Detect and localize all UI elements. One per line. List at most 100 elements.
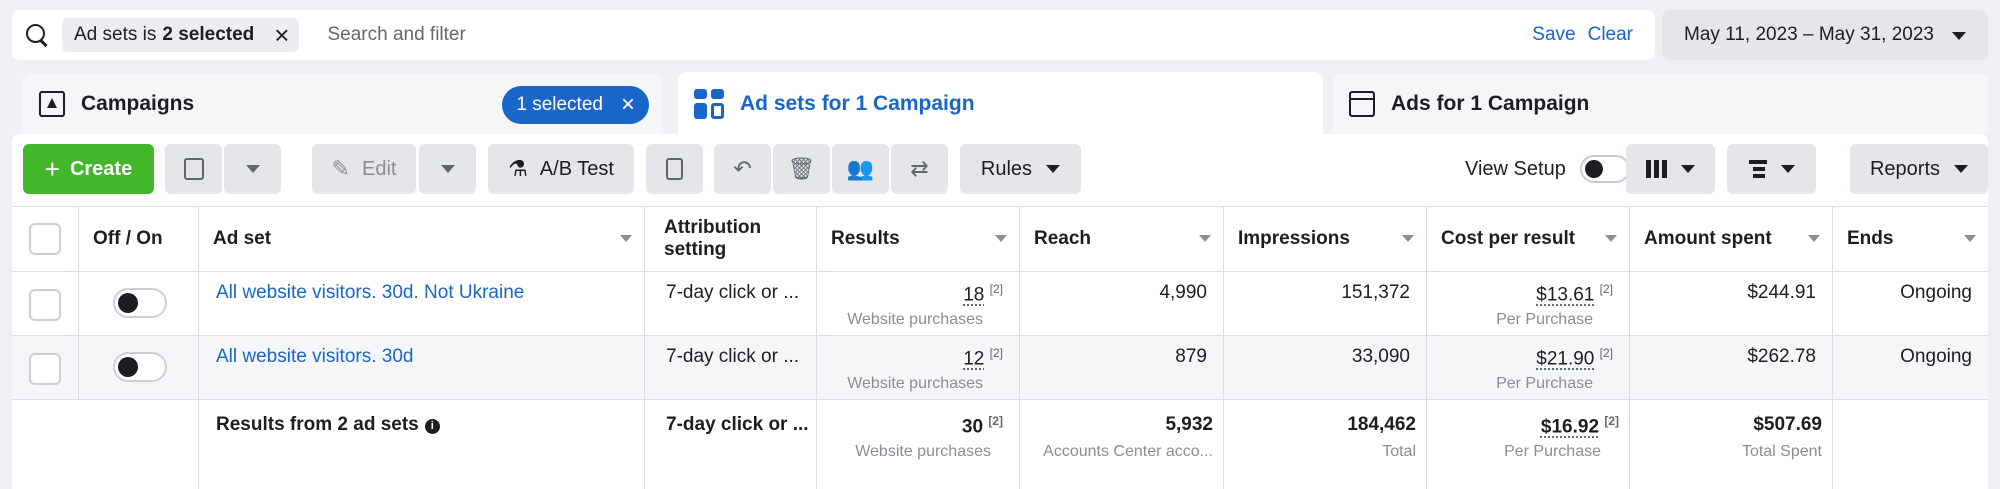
info-icon[interactable]: i	[424, 419, 440, 434]
cpr-value: $21.90	[1536, 348, 1595, 370]
adset-name-link[interactable]: All website visitors. 30d. Not Ukraine	[216, 282, 524, 304]
columns-button[interactable]	[1626, 144, 1715, 194]
undo-button[interactable]: ↶	[714, 144, 771, 194]
totals-label: Results from 2 ad sets	[216, 414, 419, 435]
row-checkbox[interactable]	[29, 353, 61, 385]
header-off-on[interactable]: Off / On	[79, 207, 199, 271]
row-results-cell: 18 [2] Website purchases	[817, 272, 1020, 335]
row-adset-cell: All website visitors. 30d. Not Ukraine	[199, 272, 645, 335]
filter-chip-value: 2 selected	[162, 24, 255, 45]
search-input[interactable]: Search and filter	[327, 24, 1532, 46]
row-attribution-cell: 7-day click or ...	[650, 336, 817, 399]
header-ends[interactable]: Ends	[1833, 207, 1988, 271]
duplicate-button[interactable]	[165, 144, 222, 194]
header-amount-spent[interactable]: Amount spent	[1630, 207, 1833, 271]
edit-button[interactable]: ✎ Edit	[312, 144, 416, 194]
sort-caret-icon[interactable]	[1964, 235, 1976, 242]
attribution-value: 7-day click or ...	[666, 282, 800, 303]
reports-label: Reports	[1869, 157, 1941, 180]
columns-icon	[1646, 160, 1667, 178]
cpr-sub: Per Purchase	[1496, 311, 1593, 328]
rules-label: Rules	[980, 157, 1033, 180]
row-ends-cell: Ongoing	[1833, 272, 1988, 335]
reports-button[interactable]: Reports	[1850, 144, 1988, 194]
ab-test-button[interactable]: ⚗ A/B Test	[488, 144, 634, 194]
header-attribution-label: Attribution setting	[664, 217, 762, 260]
plus-icon: +	[44, 153, 60, 184]
totals-impressions-sub: Total	[1382, 443, 1416, 460]
tab-ads-label: Ads for 1 Campaign	[1391, 92, 1590, 115]
view-setup-switch[interactable]	[1579, 155, 1630, 183]
totals-cpr: $16.92	[1540, 416, 1600, 438]
totals-results: 30	[961, 416, 984, 438]
tab-campaigns[interactable]: Campaigns 1 selected ×	[23, 74, 663, 134]
header-adset-label: Ad set	[213, 228, 272, 249]
sort-caret-icon[interactable]	[1605, 235, 1617, 242]
row-checkbox[interactable]	[29, 289, 61, 321]
tab-adsets[interactable]: Ad sets for 1 Campaign	[678, 72, 1323, 136]
breakdown-button[interactable]	[1727, 144, 1816, 194]
clear-filter-button[interactable]: Clear	[1588, 24, 1633, 46]
create-button[interactable]: + Create	[23, 144, 154, 194]
header-adset[interactable]: Ad set	[199, 207, 645, 271]
tab-ads[interactable]: Ads for 1 Campaign	[1333, 74, 1988, 134]
export-button[interactable]: ⇄	[891, 144, 948, 194]
totals-blank-cell	[79, 400, 199, 489]
reach-value: 879	[1175, 346, 1207, 367]
totals-results-note: [2]	[988, 414, 1003, 428]
sort-caret-icon[interactable]	[1808, 235, 1820, 242]
header-impressions[interactable]: Impressions	[1224, 207, 1427, 271]
rules-button[interactable]: Rules	[960, 144, 1081, 194]
adset-name-link[interactable]: All website visitors. 30d	[216, 346, 413, 368]
ab-test-label: A/B Test	[539, 157, 614, 180]
header-attribution[interactable]: Attribution setting	[650, 207, 817, 271]
header-results[interactable]: Results	[817, 207, 1020, 271]
edit-dropdown-button[interactable]	[419, 144, 476, 194]
sort-caret-icon[interactable]	[1199, 235, 1211, 242]
totals-ends-cell	[1833, 400, 1988, 489]
date-range-picker[interactable]: May 11, 2023 – May 31, 2023	[1662, 10, 1988, 60]
search-icon	[24, 22, 50, 48]
export-icon: ⇄	[910, 156, 929, 181]
results-value: 18	[963, 284, 985, 306]
table-row[interactable]: All website visitors. 30d. Not Ukraine 7…	[12, 272, 1988, 336]
campaigns-selected-pill[interactable]: 1 selected ×	[502, 86, 649, 124]
ends-value: Ongoing	[1900, 282, 1972, 303]
delete-button[interactable]: 🗑	[773, 144, 830, 194]
filter-chip[interactable]: Ad sets is 2 selected ×	[62, 18, 300, 52]
adsets-grid-icon	[694, 89, 724, 119]
impressions-value: 151,372	[1341, 282, 1410, 303]
trash-icon: 🗑	[787, 156, 816, 181]
adset-status-toggle[interactable]	[113, 288, 167, 318]
header-cpr-label: Cost per result	[1441, 228, 1576, 249]
adset-status-toggle[interactable]	[113, 352, 167, 382]
sort-caret-icon[interactable]	[1402, 235, 1414, 242]
select-all-checkbox[interactable]	[29, 223, 61, 255]
row-results-cell: 12 [2] Website purchases	[817, 336, 1020, 399]
search-filter-bar[interactable]: Ad sets is 2 selected × Search and filte…	[12, 10, 1655, 60]
table-row[interactable]: All website visitors. 30d 7-day click or…	[12, 336, 1988, 400]
audience-button[interactable]: 👥	[832, 144, 889, 194]
totals-cpr-sub: Per Purchase	[1504, 443, 1601, 460]
chevron-down-icon	[1780, 165, 1795, 173]
header-reach[interactable]: Reach	[1020, 207, 1224, 271]
results-sub: Website purchases	[847, 375, 983, 392]
close-icon[interactable]: ×	[621, 91, 635, 119]
totals-results-cell: 30 [2] Website purchases	[817, 400, 1020, 489]
chevron-down-icon	[1952, 32, 1966, 40]
row-spent-cell: $244.91	[1630, 272, 1833, 335]
sort-caret-icon[interactable]	[620, 235, 632, 242]
sort-caret-icon[interactable]	[995, 235, 1007, 242]
flask-icon: ⚗	[508, 156, 528, 181]
close-icon[interactable]: ×	[274, 22, 289, 48]
view-setup-toggle[interactable]: View Setup	[1465, 144, 1630, 194]
row-impressions-cell: 33,090	[1224, 336, 1427, 399]
save-filter-button[interactable]: Save	[1532, 24, 1575, 46]
results-note: [2]	[989, 282, 1003, 296]
reach-value: 4,990	[1159, 282, 1207, 303]
duplicate-dropdown-button[interactable]	[224, 144, 281, 194]
header-cost-per-result[interactable]: Cost per result	[1427, 207, 1630, 271]
chevron-down-icon	[1046, 165, 1061, 173]
clipboard-button[interactable]	[646, 144, 703, 194]
spent-value: $262.78	[1747, 346, 1816, 367]
